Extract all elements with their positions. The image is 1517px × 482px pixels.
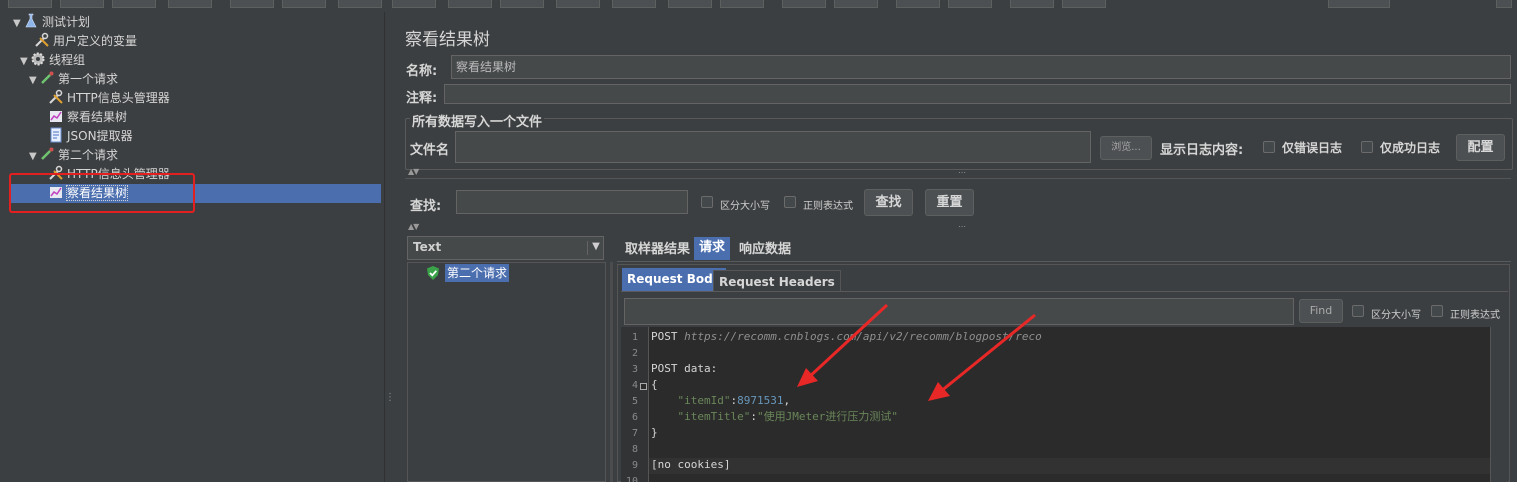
annotation-arrow	[939, 313, 1036, 394]
annotation-arrows	[797, 303, 1036, 401]
annotation-arrow	[806, 303, 889, 380]
